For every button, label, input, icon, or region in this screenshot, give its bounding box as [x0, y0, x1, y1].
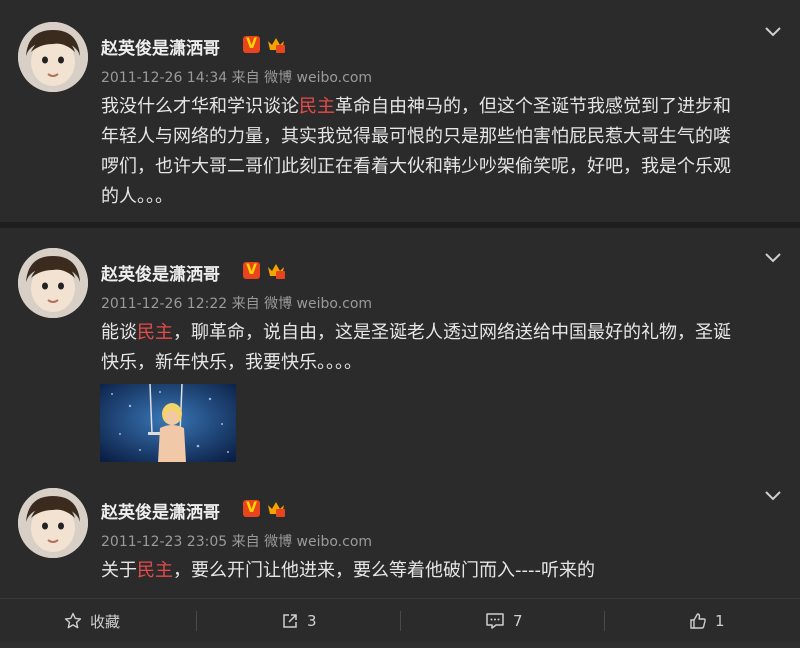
text-line: 能谈民主，聊革命，说自由，这是圣诞老人透过网络送给中国最好的礼物，圣诞	[101, 322, 731, 343]
repost-button[interactable]: 3	[281, 599, 317, 643]
post-action-bar: 收藏 3 7 1	[0, 598, 800, 642]
keyword-highlight[interactable]: 民主	[137, 322, 173, 343]
avatar-child-photo	[18, 248, 88, 318]
action-separator	[604, 611, 605, 631]
chevron-down-icon[interactable]	[764, 26, 782, 38]
text-line: 啰们，也许大哥二哥们此刻正在看着大伙和韩少吵架偷笑呢，好吧，我是个乐观	[101, 156, 731, 177]
text-line: 关于民主，要么开门让他进来，要么等着他破门而入----听来的	[101, 560, 595, 581]
post-image-thumbnail[interactable]	[100, 384, 236, 462]
post-source: 来自 微博 weibo.com	[231, 70, 373, 86]
avatar[interactable]	[18, 248, 88, 318]
action-separator	[400, 611, 401, 631]
verified-v-icon: V	[243, 262, 260, 279]
favorite-label: 收藏	[90, 612, 121, 631]
post-3: 赵英俊是潇洒哥 V 2011-12-23 23:05 来自 微博 weibo.c…	[0, 478, 800, 598]
text-line: 的人。。。	[101, 186, 173, 207]
avatar[interactable]	[18, 22, 88, 92]
post-source: 来自 微博 weibo.com	[231, 534, 373, 550]
avatar-child-photo	[18, 22, 88, 92]
star-icon	[64, 612, 82, 629]
member-crown-icon	[268, 38, 285, 53]
post-time[interactable]: 2011-12-26 12:22	[101, 296, 227, 312]
keyword-highlight[interactable]: 民主	[299, 96, 335, 117]
username[interactable]: 赵英俊是潇洒哥	[101, 34, 220, 59]
thumbs-up-icon	[690, 613, 706, 629]
chevron-down-icon[interactable]	[764, 490, 782, 502]
post-text: 能谈民主，聊革命，说自由，这是圣诞老人透过网络送给中国最好的礼物，圣诞 快乐，新…	[101, 318, 781, 378]
member-crown-icon	[268, 502, 285, 517]
comment-icon	[486, 613, 504, 629]
action-separator	[196, 611, 197, 631]
keyword-highlight[interactable]: 民主	[137, 560, 173, 581]
username[interactable]: 赵英俊是潇洒哥	[101, 498, 220, 523]
avatar[interactable]	[18, 488, 88, 558]
post-1: 赵英俊是潇洒哥 V 2011-12-26 14:34 来自 微博 weibo.c…	[0, 0, 800, 222]
post-time[interactable]: 2011-12-26 14:34	[101, 70, 227, 86]
text-line: 快乐，新年快乐，我要快乐。。。。	[101, 352, 362, 373]
post-text: 关于民主，要么开门让他进来，要么等着他破门而入----听来的	[101, 556, 781, 586]
verified-v-icon: V	[243, 36, 260, 53]
like-count: 1	[715, 612, 725, 630]
share-arrow-icon	[283, 614, 297, 628]
like-button[interactable]: 1	[689, 599, 725, 643]
post-time[interactable]: 2011-12-23 23:05	[101, 534, 227, 550]
repost-count: 3	[307, 612, 317, 630]
text-line: 我没什么才华和学识谈论民主革命自由神马的，但这个圣诞节我感觉到了进步和	[101, 96, 731, 117]
post-meta: 2011-12-26 12:22 来自 微博 weibo.com	[101, 293, 372, 313]
avatar-child-photo	[18, 488, 88, 558]
comment-button[interactable]: 7	[485, 599, 523, 643]
member-crown-icon	[268, 264, 285, 279]
post-source: 来自 微博 weibo.com	[231, 296, 373, 312]
post-meta: 2011-12-23 23:05 来自 微博 weibo.com	[101, 531, 372, 551]
post-meta: 2011-12-26 14:34 来自 微博 weibo.com	[101, 67, 372, 87]
favorite-button[interactable]: 收藏	[64, 599, 120, 643]
post-text: 我没什么才华和学识谈论民主革命自由神马的，但这个圣诞节我感觉到了进步和 年轻人与…	[101, 92, 781, 212]
username[interactable]: 赵英俊是潇洒哥	[101, 260, 220, 285]
swing-performer-image	[100, 384, 236, 462]
verified-v-icon: V	[243, 500, 260, 517]
chevron-down-icon[interactable]	[764, 252, 782, 264]
text-line: 年轻人与网络的力量，其实我觉得最可恨的只是那些怕害怕屁民惹大哥生气的喽	[101, 126, 731, 147]
comment-count: 7	[513, 612, 523, 630]
